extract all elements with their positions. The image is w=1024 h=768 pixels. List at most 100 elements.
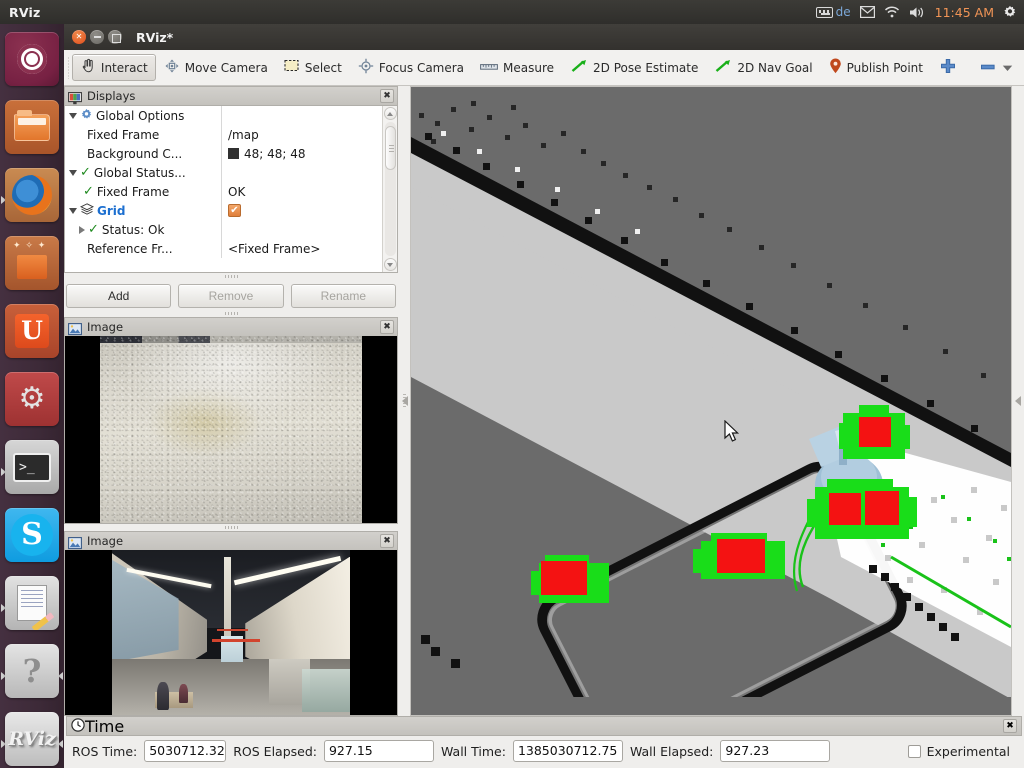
launcher-item-help[interactable]: ? bbox=[0, 644, 64, 708]
image-icon bbox=[68, 535, 82, 549]
image-panel-1: Image ✖ bbox=[64, 317, 398, 524]
dock-splitter[interactable] bbox=[398, 86, 410, 716]
right-dock-splitter[interactable] bbox=[1012, 86, 1024, 716]
toolbar-overflow-button[interactable] bbox=[1001, 54, 1020, 81]
experimental-checkbox-group[interactable]: Experimental bbox=[907, 744, 1016, 759]
add-button[interactable]: Add bbox=[66, 284, 172, 308]
launcher-item-terminal[interactable]: >_ bbox=[0, 440, 64, 504]
nav-goal-arrow-icon bbox=[714, 59, 732, 76]
tree-value-grid-enabled[interactable]: ✔ bbox=[221, 201, 382, 220]
select-rect-icon bbox=[284, 59, 300, 76]
tree-value[interactable] bbox=[221, 220, 382, 239]
close-icon[interactable]: ✖ bbox=[380, 89, 394, 103]
tree-row[interactable]: Fixed Frame /map bbox=[65, 125, 382, 144]
tool-2d-nav-goal[interactable]: 2D Nav Goal bbox=[706, 54, 820, 81]
displays-scrollbar[interactable] bbox=[382, 106, 397, 272]
tool-2d-pose-estimate[interactable]: 2D Pose Estimate bbox=[562, 54, 706, 81]
launcher-item-system-settings[interactable]: ⚙ bbox=[0, 372, 64, 436]
displays-button-row: Add Remove Rename bbox=[64, 280, 398, 310]
close-icon[interactable]: ✖ bbox=[380, 534, 394, 548]
tool-move-camera-label: Move Camera bbox=[184, 60, 268, 75]
tool-move-camera[interactable]: Move Camera bbox=[156, 54, 276, 81]
status-ok-check-icon: ✓ bbox=[83, 184, 94, 199]
close-icon[interactable]: ✖ bbox=[380, 320, 394, 334]
keyboard-icon bbox=[815, 6, 833, 18]
tool-interact-label: Interact bbox=[100, 60, 148, 75]
tree-value[interactable] bbox=[221, 163, 382, 182]
image-panel-1-canvas bbox=[64, 336, 398, 524]
3d-render-view[interactable] bbox=[410, 86, 1012, 716]
tree-label: Fixed Frame bbox=[87, 127, 160, 142]
tree-value-status[interactable]: OK bbox=[221, 182, 382, 201]
status-ok-check-icon: ✓ bbox=[88, 222, 99, 237]
experimental-checkbox[interactable] bbox=[907, 744, 921, 758]
tree-row[interactable]: Reference Fr... <Fixed Frame> bbox=[65, 239, 382, 258]
keyboard-layout-indicator[interactable]: de bbox=[815, 5, 851, 19]
displays-tree[interactable]: Global Options Fixed Frame /map Backgrou… bbox=[65, 106, 382, 272]
tree-value-fixed-frame[interactable]: /map bbox=[221, 125, 382, 144]
tree-value[interactable] bbox=[221, 106, 382, 125]
close-button[interactable] bbox=[72, 30, 86, 44]
expander-icon[interactable] bbox=[69, 169, 77, 176]
wall-elapsed-input[interactable]: 927.23 bbox=[720, 740, 831, 762]
launcher-item-text-editor[interactable] bbox=[0, 576, 64, 640]
expander-icon[interactable] bbox=[69, 112, 77, 119]
volume-icon[interactable] bbox=[909, 6, 926, 19]
remove-tool-button[interactable] bbox=[965, 54, 1001, 81]
tree-row[interactable]: ✓ Global Status... bbox=[65, 163, 382, 182]
status-ok-check-icon: ✓ bbox=[80, 165, 91, 180]
launcher-item-skype[interactable]: S bbox=[0, 508, 64, 572]
scroll-up-arrow[interactable] bbox=[383, 107, 397, 120]
expander-icon[interactable] bbox=[69, 207, 77, 214]
launcher-item-rviz[interactable]: RViz bbox=[0, 712, 64, 768]
launcher-item-software-center[interactable] bbox=[0, 236, 64, 300]
panel-resize-handle[interactable] bbox=[64, 310, 398, 317]
remove-button[interactable]: Remove bbox=[178, 284, 284, 308]
wifi-icon[interactable] bbox=[884, 6, 900, 18]
add-tool-button[interactable] bbox=[931, 54, 965, 81]
tree-row[interactable]: Background C... 48; 48; 48 bbox=[65, 144, 382, 163]
tool-2d-pose-estimate-label: 2D Pose Estimate bbox=[593, 60, 699, 75]
tree-row[interactable]: ✓ Status: Ok bbox=[65, 220, 382, 239]
tree-row[interactable]: Global Options bbox=[65, 106, 382, 125]
collapse-left-arrow-icon[interactable] bbox=[402, 396, 408, 406]
collapse-right-arrow-icon[interactable] bbox=[1015, 396, 1021, 406]
maximize-button[interactable] bbox=[108, 30, 122, 44]
tool-select[interactable]: Select bbox=[276, 54, 350, 81]
expander-icon[interactable] bbox=[79, 225, 85, 234]
scrollbar-thumb[interactable] bbox=[384, 126, 396, 170]
panel-resize-handle[interactable] bbox=[64, 524, 398, 531]
panel-resize-handle[interactable] bbox=[64, 273, 398, 280]
mail-icon[interactable] bbox=[859, 6, 875, 18]
wall-elapsed-label: Wall Elapsed: bbox=[629, 743, 714, 759]
rviz-toolbar: Interact Move Camera Select Focus Camera bbox=[64, 50, 1024, 86]
tree-row[interactable]: ✓ Fixed Frame OK bbox=[65, 182, 382, 201]
ros-elapsed-input[interactable]: 927.15 bbox=[323, 740, 434, 762]
ros-time-input[interactable]: 5030712.32 bbox=[144, 740, 227, 762]
image-panel-2-canvas bbox=[64, 550, 398, 716]
scrollbar-track[interactable] bbox=[384, 122, 396, 256]
tree-value-reference-frame[interactable]: <Fixed Frame> bbox=[221, 239, 382, 258]
tree-row[interactable]: Grid ✔ bbox=[65, 201, 382, 220]
tree-value-background-color[interactable]: 48; 48; 48 bbox=[221, 144, 382, 163]
tool-publish-point[interactable]: Publish Point bbox=[821, 54, 931, 81]
launcher-item-ubuntu-one[interactable]: U bbox=[0, 304, 64, 368]
minimize-button[interactable] bbox=[90, 30, 104, 44]
toolbar-drag-handle[interactable] bbox=[68, 56, 69, 79]
tool-measure[interactable]: Measure bbox=[472, 54, 562, 81]
launcher-item-files[interactable] bbox=[0, 100, 64, 164]
launcher-item-firefox[interactable] bbox=[0, 168, 64, 232]
tool-interact[interactable]: Interact bbox=[71, 54, 156, 81]
scroll-down-arrow[interactable] bbox=[383, 258, 397, 271]
wall-time-input[interactable]: 1385030712.75 bbox=[512, 740, 623, 762]
gear-icon[interactable] bbox=[1003, 5, 1017, 19]
tool-focus-camera[interactable]: Focus Camera bbox=[350, 54, 472, 81]
rename-button[interactable]: Rename bbox=[290, 284, 396, 308]
launcher-item-ubuntu-dash[interactable] bbox=[0, 32, 64, 96]
time-panel: Time ✖ ROS Time: 5030712.32 ROS Elapsed:… bbox=[64, 716, 1024, 768]
grid-enabled-checkbox[interactable]: ✔ bbox=[228, 204, 241, 217]
close-icon[interactable]: ✖ bbox=[1003, 719, 1017, 733]
ruler-icon bbox=[480, 61, 498, 75]
layers-icon bbox=[79, 203, 95, 218]
system-clock[interactable]: 11:45 AM bbox=[935, 5, 994, 20]
